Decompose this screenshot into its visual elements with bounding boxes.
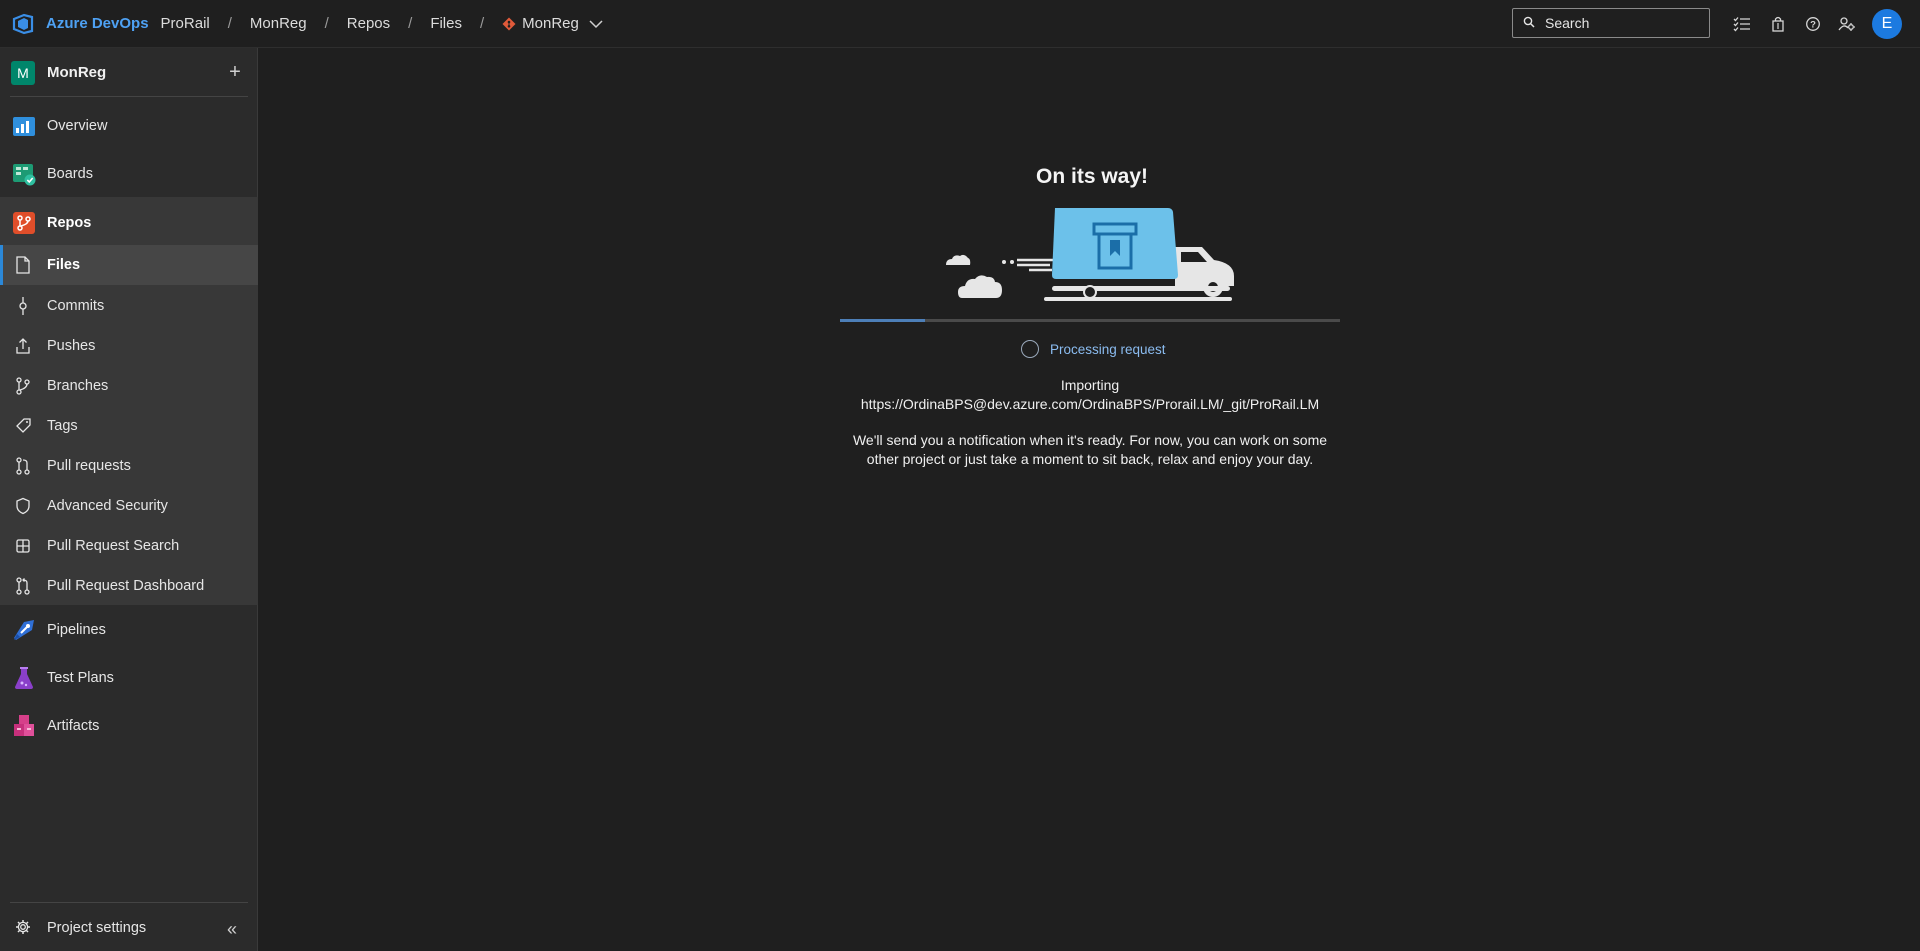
sidebar-item-label: Pull requests bbox=[47, 458, 131, 474]
sidebar-divider bbox=[10, 902, 248, 903]
artifacts-icon bbox=[12, 714, 36, 738]
help-icon[interactable]: ? bbox=[1802, 13, 1824, 35]
sidebar-item-pipelines[interactable]: Pipelines bbox=[0, 610, 258, 650]
brand-link[interactable]: Azure DevOps bbox=[46, 15, 149, 32]
pull-request-icon bbox=[14, 457, 32, 475]
breadcrumb-separator: / bbox=[324, 15, 329, 32]
sidebar-item-commits[interactable]: Commits bbox=[0, 286, 258, 326]
processing-status: Processing request bbox=[1050, 342, 1166, 357]
project-settings-label: Project settings bbox=[47, 920, 147, 936]
spinner-icon bbox=[1021, 340, 1039, 358]
sidebar-item-label: Advanced Security bbox=[47, 498, 168, 514]
file-icon bbox=[14, 256, 32, 274]
search-input[interactable] bbox=[1543, 14, 1697, 32]
marketplace-bag-icon[interactable] bbox=[1767, 13, 1789, 35]
sidebar-divider bbox=[10, 96, 248, 97]
branch-icon bbox=[14, 377, 32, 395]
add-icon[interactable]: + bbox=[225, 60, 245, 84]
sidebar-item-label: Pull Request Search bbox=[47, 538, 180, 554]
sidebar-item-label: Pushes bbox=[47, 338, 96, 354]
repos-icon bbox=[12, 211, 36, 235]
breadcrumb-separator: / bbox=[227, 15, 232, 32]
sidebar-item-label: Commits bbox=[47, 298, 105, 314]
project-settings-button[interactable]: Project settings bbox=[0, 908, 258, 948]
test-plans-icon bbox=[12, 666, 36, 690]
sidebar-item-artifacts[interactable]: Artifacts bbox=[0, 706, 258, 746]
breadcrumb-project[interactable]: MonReg bbox=[250, 15, 307, 32]
sidebar-item-pull-request-dashboard[interactable]: Pull Request Dashboard bbox=[0, 566, 258, 606]
sidebar-item-boards[interactable]: Boards bbox=[0, 154, 258, 194]
sidebar-item-branches[interactable]: Branches bbox=[0, 366, 258, 406]
breadcrumb-repos[interactable]: Repos bbox=[347, 15, 390, 32]
breadcrumb-separator: / bbox=[479, 15, 485, 32]
user-settings-icon[interactable] bbox=[1836, 13, 1858, 35]
notification-message-line: other project or just take a moment to s… bbox=[866, 451, 1314, 467]
sidebar-item-label: Branches bbox=[47, 378, 109, 394]
sidebar-item-label: Pipelines bbox=[47, 622, 106, 638]
sidebar-item-label: Repos bbox=[47, 215, 92, 231]
pipelines-icon bbox=[12, 618, 36, 642]
sidebar-item-pull-request-search[interactable]: Pull Request Search bbox=[0, 526, 258, 566]
repo-selector[interactable]: MonReg bbox=[502, 15, 603, 32]
tag-icon bbox=[14, 417, 32, 435]
sidebar-item-tags[interactable]: Tags bbox=[0, 406, 258, 446]
project-name[interactable]: MonReg bbox=[47, 64, 106, 81]
import-progress-bar bbox=[840, 319, 1340, 322]
sidebar-item-advanced-security[interactable]: Advanced Security bbox=[0, 486, 258, 526]
import-progress-fill bbox=[840, 319, 925, 322]
git-repo-icon bbox=[502, 17, 516, 31]
search-box[interactable] bbox=[1512, 8, 1710, 38]
sidebar-item-label: Tags bbox=[47, 418, 78, 434]
delivery-truck-illustration bbox=[944, 202, 1236, 309]
sidebar-item-files[interactable]: Files bbox=[0, 245, 258, 285]
sidebar-item-label: Overview bbox=[47, 118, 108, 134]
sidebar-item-label: Pull Request Dashboard bbox=[47, 578, 205, 594]
commit-icon bbox=[14, 297, 32, 315]
azure-devops-logo-icon[interactable] bbox=[10, 11, 36, 37]
import-url: https://OrdinaBPS@dev.azure.com/OrdinaBP… bbox=[860, 396, 1320, 412]
sidebar-item-repos[interactable]: Repos bbox=[0, 203, 258, 243]
search-icon bbox=[1523, 15, 1535, 31]
pull-request-dashboard-icon bbox=[14, 577, 32, 595]
sidebar-item-label: Files bbox=[47, 257, 81, 273]
avatar[interactable]: E bbox=[1872, 9, 1902, 39]
project-avatar[interactable]: M bbox=[11, 61, 35, 85]
notification-message-line: We'll send you a notification when it's … bbox=[852, 432, 1328, 448]
collapse-sidebar-icon[interactable]: « bbox=[227, 919, 237, 940]
sidebar-item-overview[interactable]: Overview bbox=[0, 106, 258, 146]
sidebar-item-label: Boards bbox=[47, 166, 93, 182]
boards-icon bbox=[12, 162, 36, 186]
importing-label: Importing bbox=[1060, 377, 1120, 393]
chevron-down-icon bbox=[589, 19, 603, 29]
shield-icon bbox=[14, 497, 32, 515]
sidebar-item-label: Artifacts bbox=[47, 718, 100, 734]
breadcrumb-separator: / bbox=[408, 15, 413, 32]
repo-selector-label: MonReg bbox=[522, 15, 579, 32]
overview-icon bbox=[12, 114, 36, 138]
page-title: On its way! bbox=[1036, 165, 1149, 188]
push-icon bbox=[14, 337, 32, 355]
sidebar-item-label: Test Plans bbox=[47, 670, 114, 686]
gear-icon bbox=[14, 918, 32, 936]
task-list-icon[interactable] bbox=[1731, 13, 1753, 35]
sidebar-item-test-plans[interactable]: Test Plans bbox=[0, 658, 258, 698]
top-bar: Azure DevOps ProRail / MonReg / Repos / … bbox=[0, 0, 1920, 48]
breadcrumb-organization[interactable]: ProRail bbox=[161, 15, 210, 32]
svg-text:?: ? bbox=[1810, 20, 1816, 31]
breadcrumb-files[interactable]: Files bbox=[430, 15, 462, 32]
grid-icon bbox=[14, 537, 32, 555]
sidebar-item-pushes[interactable]: Pushes bbox=[0, 326, 258, 366]
sidebar-item-pull-requests[interactable]: Pull requests bbox=[0, 446, 258, 486]
notification-message: We'll send you a notification when it's … bbox=[840, 431, 1340, 469]
